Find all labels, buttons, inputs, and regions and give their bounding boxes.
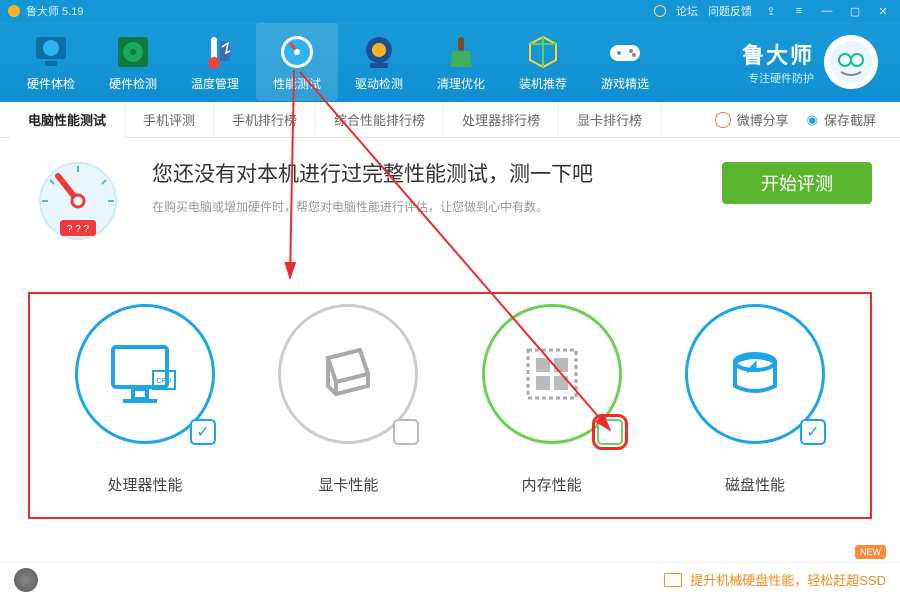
nav-performance-test[interactable]: 性能测试 bbox=[256, 23, 338, 101]
subtab-cpu-rank[interactable]: 处理器排行榜 bbox=[444, 102, 559, 137]
test-card-disk[interactable]: ✓ 磁盘性能 bbox=[670, 304, 840, 495]
subtab-overall-rank[interactable]: 综合性能排行榜 bbox=[316, 102, 444, 137]
nav-label: 硬件检测 bbox=[109, 75, 157, 92]
camera-icon: ◉ bbox=[807, 112, 818, 128]
cube-icon bbox=[524, 33, 562, 71]
nav-temp-manage[interactable]: 温度管理 bbox=[174, 23, 256, 101]
nav-hardware-checkup[interactable]: 硬件体检 bbox=[10, 23, 92, 101]
tip-link[interactable]: 提升机械硬盘性能，轻松赶超SSD bbox=[664, 570, 886, 589]
hero-row: ? ? ? 您还没有对本机进行过完整性能测试，测一下吧 在购买电脑或增加硬件时，… bbox=[28, 158, 872, 244]
hdd-icon bbox=[664, 573, 682, 587]
feedback-link[interactable]: 问题反馈 bbox=[708, 3, 752, 19]
cpu-label: 处理器性能 bbox=[107, 474, 182, 495]
memory-label: 内存性能 bbox=[522, 474, 582, 495]
save-screenshot[interactable]: ◉ 保存截屏 bbox=[807, 110, 876, 129]
nav-driver-detect[interactable]: 驱动检测 bbox=[338, 23, 420, 101]
test-options-box: CPU ✓ 处理器性能 显卡性能 内存性能 ✓ 磁盘性能 bbox=[28, 292, 872, 519]
brand-slogan: 专注硬件防护 bbox=[748, 70, 814, 86]
nav-clean-optimize[interactable]: 清理优化 bbox=[420, 23, 502, 101]
tip-text: 提升机械硬盘性能，轻松赶超SSD bbox=[690, 570, 886, 589]
svg-text:CPU: CPU bbox=[157, 378, 172, 385]
subtab-phone-review[interactable]: 手机评测 bbox=[125, 102, 214, 137]
memory-circle-icon bbox=[482, 304, 622, 444]
disk-circle-icon: ✓ bbox=[685, 304, 825, 444]
disk-label: 磁盘性能 bbox=[725, 474, 785, 495]
test-card-gpu[interactable]: 显卡性能 bbox=[263, 304, 433, 495]
coin-icon bbox=[654, 5, 666, 17]
nav-label: 装机推荐 bbox=[519, 75, 567, 92]
app-logo-icon bbox=[8, 5, 20, 17]
memory-check-icon[interactable] bbox=[597, 419, 623, 445]
gpu-label: 显卡性能 bbox=[318, 474, 378, 495]
content-area: ? ? ? 您还没有对本机进行过完整性能测试，测一下吧 在购买电脑或增加硬件时，… bbox=[0, 138, 900, 529]
hero-gauge-icon: ? ? ? bbox=[28, 158, 128, 244]
test-card-cpu[interactable]: CPU ✓ 处理器性能 bbox=[60, 304, 230, 495]
nav-label: 游戏精选 bbox=[601, 75, 649, 92]
chip-fan-icon bbox=[114, 33, 152, 71]
sub-tabs: 电脑性能测试 手机评测 手机排行榜 综合性能排行榜 处理器排行榜 显卡排行榜 微… bbox=[0, 102, 900, 138]
minimize-button[interactable]: — bbox=[818, 4, 836, 18]
brand-name: 鲁大师 bbox=[742, 38, 814, 70]
gauge-label: ? ? ? bbox=[67, 224, 90, 235]
hero-sub: 在购买电脑或增加硬件时，帮您对电脑性能进行评估，让您做到心中有数。 bbox=[152, 198, 593, 215]
share-icon[interactable]: ⇪ bbox=[762, 4, 780, 18]
subtab-phone-rank[interactable]: 手机排行榜 bbox=[214, 102, 316, 137]
cpu-circle-icon: CPU ✓ bbox=[75, 304, 215, 444]
gear-driver-icon bbox=[360, 33, 398, 71]
status-bar: 提升机械硬盘性能，轻松赶超SSD NEW bbox=[0, 562, 900, 596]
screenshot-label: 保存截屏 bbox=[824, 110, 876, 129]
gpu-check-icon[interactable] bbox=[393, 419, 419, 445]
close-button[interactable]: ✕ bbox=[874, 4, 892, 18]
gauge-icon bbox=[278, 33, 316, 71]
brush-icon bbox=[442, 33, 480, 71]
gamepad-icon bbox=[606, 33, 644, 71]
weibo-icon bbox=[715, 112, 731, 128]
mini-mode-button[interactable]: ▢ bbox=[846, 4, 864, 18]
main-nav: 硬件体检 硬件检测 温度管理 性能测试 驱动检测 清理优化 装机推荐 游戏精选 … bbox=[0, 22, 900, 102]
monitor-icon bbox=[32, 33, 70, 71]
brand-block: 鲁大师 专注硬件防护 bbox=[742, 38, 814, 86]
cpu-check-icon[interactable]: ✓ bbox=[190, 419, 216, 445]
gpu-circle-icon bbox=[278, 304, 418, 444]
new-badge: NEW bbox=[855, 545, 886, 559]
menu-icon[interactable]: ≡ bbox=[790, 4, 808, 18]
test-card-memory[interactable]: 内存性能 bbox=[467, 304, 637, 495]
mascot-avatar[interactable] bbox=[824, 35, 878, 89]
nav-label: 硬件体检 bbox=[27, 75, 75, 92]
nav-label: 清理优化 bbox=[437, 75, 485, 92]
tray-icon[interactable] bbox=[14, 568, 38, 592]
forum-link[interactable]: 论坛 bbox=[676, 3, 698, 19]
titlebar: 鲁大师 5.19 论坛 问题反馈 ⇪ ≡ — ▢ ✕ bbox=[0, 0, 900, 22]
subtab-gpu-rank[interactable]: 显卡排行榜 bbox=[559, 102, 661, 137]
hero-text: 您还没有对本机进行过完整性能测试，测一下吧 在购买电脑或增加硬件时，帮您对电脑性… bbox=[152, 158, 593, 215]
start-test-button[interactable]: 开始评测 bbox=[722, 162, 872, 204]
weibo-share[interactable]: 微博分享 bbox=[715, 110, 789, 129]
nav-label: 性能测试 bbox=[273, 75, 321, 92]
nav-label: 温度管理 bbox=[191, 75, 239, 92]
thermometer-icon bbox=[196, 33, 234, 71]
app-title: 鲁大师 5.19 bbox=[26, 3, 83, 19]
nav-label: 驱动检测 bbox=[355, 75, 403, 92]
nav-build-recommend[interactable]: 装机推荐 bbox=[502, 23, 584, 101]
hero-title: 您还没有对本机进行过完整性能测试，测一下吧 bbox=[152, 158, 593, 188]
subtab-pc-perf[interactable]: 电脑性能测试 bbox=[10, 103, 125, 138]
disk-check-icon[interactable]: ✓ bbox=[800, 419, 826, 445]
nav-game-select[interactable]: 游戏精选 bbox=[584, 23, 666, 101]
weibo-label: 微博分享 bbox=[737, 110, 789, 129]
nav-hardware-detect[interactable]: 硬件检测 bbox=[92, 23, 174, 101]
